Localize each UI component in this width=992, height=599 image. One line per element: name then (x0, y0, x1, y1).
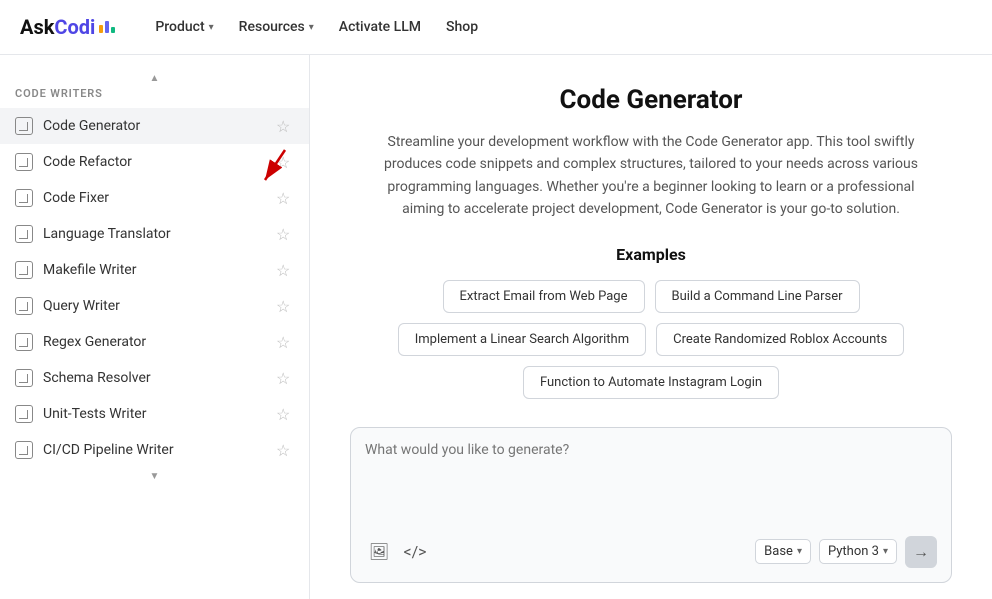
sidebar-item-unit-tests-writer[interactable]: Unit-Tests Writer ☆ (0, 396, 309, 432)
nav-product-chevron-icon: ▾ (209, 22, 214, 33)
nav-product-label: Product (155, 19, 204, 35)
star-icon-language-translator[interactable]: ☆ (276, 225, 294, 243)
sidebar-item-code-fixer-label: Code Fixer (43, 190, 266, 206)
code-fixer-icon (15, 189, 33, 207)
page-title: Code Generator (350, 85, 952, 115)
nav-activate-llm[interactable]: Activate LLM (329, 13, 431, 41)
examples-row-2: Implement a Linear Search Algorithm Crea… (398, 323, 904, 356)
sidebar-item-code-fixer[interactable]: Code Fixer ☆ (0, 180, 309, 216)
examples-grid: Extract Email from Web Page Build a Comm… (350, 280, 952, 399)
sidebar-item-language-translator[interactable]: Language Translator ☆ (0, 216, 309, 252)
sidebar: ▲ CODE WRITERS Code Generator ☆ Code Ref… (0, 55, 310, 599)
image-icon[interactable]: 🖼 (365, 538, 393, 566)
generate-input[interactable] (365, 442, 937, 522)
language-translator-icon (15, 225, 33, 243)
header: AskCodi Product ▾ Resources ▾ Activate L… (0, 0, 992, 55)
nav-shop-label: Shop (446, 19, 478, 35)
code-generator-icon (15, 117, 33, 135)
sidebar-section-label: CODE WRITERS (0, 87, 309, 108)
logo-codi: Codi (54, 15, 95, 39)
sidebar-item-query-writer[interactable]: Query Writer ☆ (0, 288, 309, 324)
logo-text: AskCodi (20, 15, 95, 39)
nav-product[interactable]: Product ▾ (145, 13, 223, 41)
star-icon-regex-generator[interactable]: ☆ (276, 333, 294, 351)
makefile-writer-icon (15, 261, 33, 279)
sidebar-item-schema-resolver-label: Schema Resolver (43, 370, 266, 386)
input-area: 🖼 </> Base ▾ Python 3 ▾ → (350, 427, 952, 583)
sidebar-item-makefile-writer[interactable]: Makefile Writer ☆ (0, 252, 309, 288)
star-icon-schema-resolver[interactable]: ☆ (276, 369, 294, 387)
nav-activate-llm-label: Activate LLM (339, 19, 421, 35)
nav-resources-label: Resources (239, 19, 305, 35)
logo-bars-icon (99, 21, 115, 33)
example-extract-email[interactable]: Extract Email from Web Page (443, 280, 645, 313)
sidebar-item-code-generator-label: Code Generator (43, 118, 266, 134)
scroll-down-arrow-icon: ▼ (0, 468, 309, 485)
code-icon[interactable]: </> (401, 538, 429, 566)
logo-ask: Ask (20, 15, 54, 39)
sidebar-item-query-writer-label: Query Writer (43, 298, 266, 314)
code-refactor-icon (15, 153, 33, 171)
regex-generator-icon (15, 333, 33, 351)
input-toolbar: 🖼 </> Base ▾ Python 3 ▾ → (365, 536, 937, 568)
sidebar-item-cicd-pipeline-writer-label: CI/CD Pipeline Writer (43, 442, 266, 458)
send-button[interactable]: → (905, 536, 937, 568)
main-nav: Product ▾ Resources ▾ Activate LLM Shop (145, 13, 488, 41)
language-select[interactable]: Python 3 ▾ (819, 539, 897, 564)
cicd-pipeline-writer-icon (15, 441, 33, 459)
sidebar-item-regex-generator[interactable]: Regex Generator ☆ (0, 324, 309, 360)
sidebar-item-code-refactor-label: Code Refactor (43, 154, 266, 170)
star-icon-code-generator[interactable]: ☆ (276, 117, 294, 135)
schema-resolver-icon (15, 369, 33, 387)
example-build-command-line-parser[interactable]: Build a Command Line Parser (655, 280, 860, 313)
star-icon-code-refactor[interactable]: ☆ (276, 153, 294, 171)
main-content: Code Generator Streamline your developme… (310, 55, 992, 599)
sidebar-item-cicd-pipeline-writer[interactable]: CI/CD Pipeline Writer ☆ (0, 432, 309, 468)
query-writer-icon (15, 297, 33, 315)
example-roblox-accounts[interactable]: Create Randomized Roblox Accounts (656, 323, 904, 356)
sidebar-scroll-area[interactable]: ▲ CODE WRITERS Code Generator ☆ Code Ref… (0, 55, 309, 599)
sidebar-item-regex-generator-label: Regex Generator (43, 334, 266, 350)
star-icon-query-writer[interactable]: ☆ (276, 297, 294, 315)
base-select[interactable]: Base ▾ (755, 539, 811, 564)
sidebar-item-schema-resolver[interactable]: Schema Resolver ☆ (0, 360, 309, 396)
language-select-chevron-icon: ▾ (883, 546, 888, 557)
star-icon-code-fixer[interactable]: ☆ (276, 189, 294, 207)
base-select-label: Base (764, 544, 793, 559)
nav-shop[interactable]: Shop (436, 13, 488, 41)
example-linear-search[interactable]: Implement a Linear Search Algorithm (398, 323, 646, 356)
example-instagram-login[interactable]: Function to Automate Instagram Login (523, 366, 779, 399)
nav-resources-chevron-icon: ▾ (309, 22, 314, 33)
examples-label: Examples (350, 245, 952, 264)
sidebar-item-code-refactor[interactable]: Code Refactor ☆ (0, 144, 309, 180)
sidebar-item-code-generator[interactable]: Code Generator ☆ (0, 108, 309, 144)
sidebar-item-makefile-writer-label: Makefile Writer (43, 262, 266, 278)
scroll-up-arrow-icon: ▲ (0, 70, 309, 87)
nav-resources[interactable]: Resources ▾ (229, 13, 324, 41)
base-select-chevron-icon: ▾ (797, 546, 802, 557)
examples-row-1: Extract Email from Web Page Build a Comm… (443, 280, 860, 313)
logo: AskCodi (20, 15, 115, 39)
examples-row-3: Function to Automate Instagram Login (523, 366, 779, 399)
unit-tests-writer-icon (15, 405, 33, 423)
language-select-label: Python 3 (828, 544, 879, 559)
sidebar-item-unit-tests-writer-label: Unit-Tests Writer (43, 406, 266, 422)
star-icon-cicd-pipeline-writer[interactable]: ☆ (276, 441, 294, 459)
sidebar-item-language-translator-label: Language Translator (43, 226, 266, 242)
star-icon-makefile-writer[interactable]: ☆ (276, 261, 294, 279)
content-description: Streamline your development workflow wit… (371, 131, 931, 221)
star-icon-unit-tests-writer[interactable]: ☆ (276, 405, 294, 423)
